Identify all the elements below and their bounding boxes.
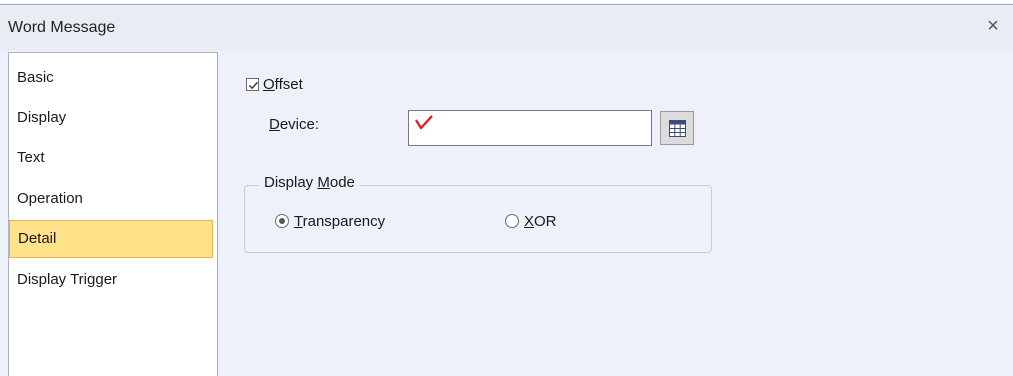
transparency-radio[interactable] [275,214,289,228]
dialog-title: Word Message [8,19,116,36]
xor-radio-row[interactable]: XOR [505,211,557,231]
offset-checkbox-row[interactable]: Offset [246,74,303,94]
offset-checkbox[interactable] [246,77,259,91]
xor-radio[interactable] [505,214,519,228]
transparency-radio-row[interactable]: Transparency [275,211,385,231]
device-label: Device: [269,116,320,133]
validation-check-icon [414,115,433,130]
sidebar-item-display[interactable]: Display [9,99,213,137]
transparency-label: Transparency [294,212,386,230]
sidebar-item-text[interactable]: Text [9,139,213,177]
close-icon[interactable]: × [983,16,1003,36]
table-grid-icon [669,120,686,137]
sidebar-item-detail[interactable]: Detail [9,220,213,258]
sidebar-item-display-trigger[interactable]: Display Trigger [9,261,213,299]
sidebar-item-operation[interactable]: Operation [9,180,213,218]
checkmark-icon [249,81,259,89]
display-mode-title: Display Mode [259,174,360,191]
dialog-titlebar[interactable]: Word Message × [0,6,1013,51]
xor-label: XOR [524,212,557,230]
offset-label: Offset [263,75,303,93]
device-browse-button[interactable] [660,111,694,145]
window-top-edge [0,0,1013,5]
device-input[interactable] [408,110,652,146]
radio-selected-dot [279,218,285,224]
category-list: Basic Display Text Operation Detail Disp… [8,52,218,376]
sidebar-item-basic[interactable]: Basic [9,59,213,97]
